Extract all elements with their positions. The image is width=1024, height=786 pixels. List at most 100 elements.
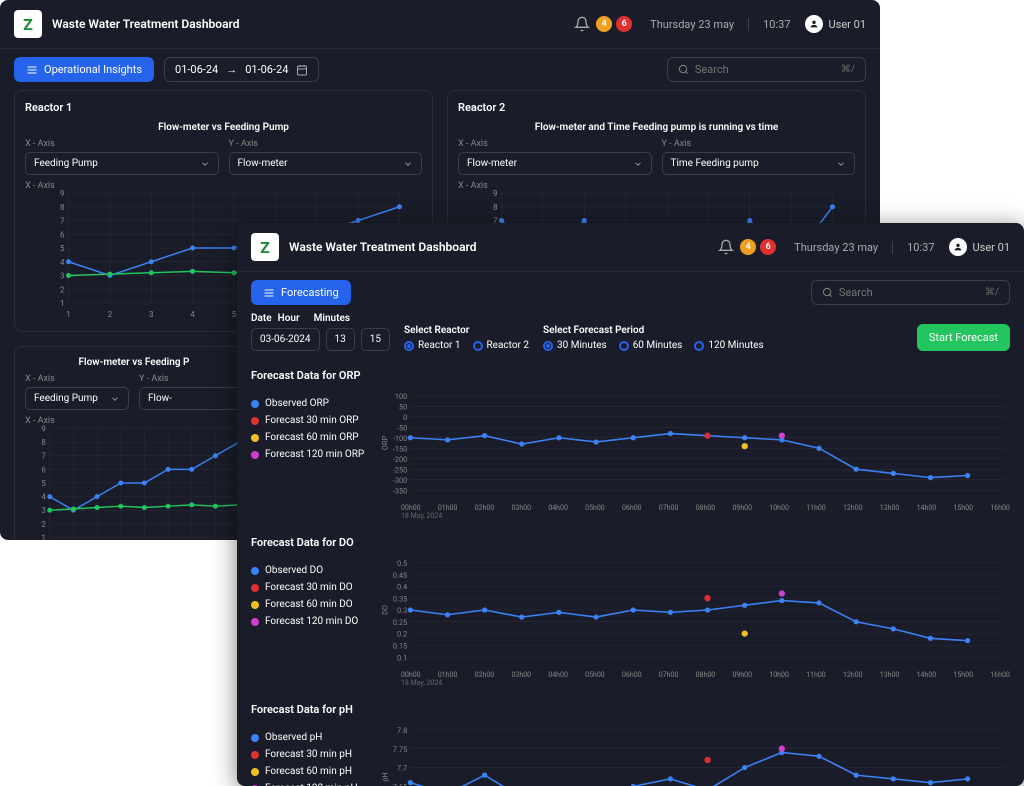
x-axis-select[interactable]: Flow-meter [458, 152, 652, 175]
bell-icon[interactable] [574, 16, 590, 32]
legend-dot [251, 601, 259, 609]
toolbar-b: Forecasting ⌘/ [237, 272, 1024, 313]
search-box[interactable]: ⌘/ [811, 280, 1010, 305]
button-label: Operational Insights [44, 63, 142, 76]
search-kbd: ⌘/ [985, 287, 999, 298]
legend-dot [251, 567, 259, 575]
x-axis-select[interactable]: Feeding Pump [25, 152, 219, 175]
svg-text:0.15: 0.15 [393, 642, 407, 651]
chevron-down-icon [633, 159, 643, 169]
notification-badge-error[interactable]: 6 [616, 16, 632, 32]
svg-text:0.35: 0.35 [393, 594, 407, 603]
search-icon [678, 64, 689, 75]
chart-title: Flow-meter vs Feeding Pump [25, 122, 422, 133]
y-axis-select[interactable]: Flow-meter [229, 152, 423, 175]
panel-title: Reactor 1 [25, 101, 422, 114]
svg-text:7: 7 [41, 452, 46, 461]
reactor1b-panel: Flow-meter vs Feeding P X - Axis Feeding… [14, 346, 254, 540]
legend-item: Forecast 60 min ORP [251, 432, 371, 443]
y-axis-select[interactable]: Time Feeding pump [662, 152, 856, 175]
avatar[interactable] [949, 238, 967, 256]
date-input[interactable]: 03-06-2024 [251, 328, 320, 351]
forecast-orp: Forecast Data for ORP Observed ORPForeca… [237, 361, 1024, 528]
operational-insights-button[interactable]: Operational Insights [14, 57, 154, 82]
hour-input[interactable]: 13 [326, 328, 355, 351]
radio-30-minutes[interactable]: 30 Minutes [543, 340, 607, 351]
legend-dot [251, 751, 259, 759]
avatar[interactable] [805, 15, 823, 33]
app-title: Waste Water Treatment Dashboard [52, 17, 240, 31]
legend-dot [251, 734, 259, 742]
legend-item: Forecast 30 min pH [251, 749, 371, 760]
bell-icon[interactable] [718, 239, 734, 255]
notification-badge-warning[interactable]: 4 [596, 16, 612, 32]
header-date: Thursday 23 may [794, 241, 878, 254]
svg-text:2: 2 [60, 285, 65, 294]
legend-item: Forecast 120 min DO [251, 616, 371, 627]
header-date: Thursday 23 may [650, 18, 734, 31]
svg-text:3: 3 [149, 310, 154, 319]
chevron-down-icon [836, 159, 846, 169]
y-axis-label: Y - Axis [229, 139, 423, 149]
legend-item: Forecast 30 min ORP [251, 415, 371, 426]
legend-item: Observed pH [251, 732, 371, 743]
svg-text:100: 100 [395, 392, 407, 401]
search-input[interactable] [839, 286, 979, 299]
radio-reactor-2[interactable]: Reactor 2 [473, 340, 530, 351]
radio-120-minutes[interactable]: 120 Minutes [694, 340, 763, 351]
svg-text:5: 5 [60, 244, 65, 253]
y-axis-select[interactable]: Flow- [139, 387, 243, 410]
svg-text:-150: -150 [393, 444, 407, 453]
start-forecast-button[interactable]: Start Forecast [917, 324, 1010, 351]
svg-text:-50: -50 [397, 423, 407, 432]
radio-icon [543, 341, 553, 351]
svg-text:3: 3 [41, 506, 45, 515]
svg-text:-350: -350 [393, 486, 407, 495]
radio-60-minutes[interactable]: 60 Minutes [619, 340, 683, 351]
calendar-icon [296, 64, 308, 76]
legend-item: Forecast 120 min ORP [251, 449, 371, 460]
header-time: 10:37 [892, 241, 934, 254]
svg-text:4: 4 [60, 258, 65, 267]
panel-title: Reactor 2 [458, 101, 855, 114]
user-name: User 01 [829, 18, 866, 31]
svg-text:0.5: 0.5 [397, 559, 407, 568]
svg-text:1: 1 [66, 310, 71, 319]
svg-text:pH: pH [381, 772, 389, 781]
legend-dot [251, 768, 259, 776]
search-input[interactable] [695, 63, 835, 76]
svg-text:8: 8 [60, 203, 65, 212]
button-label: Forecasting [281, 286, 339, 299]
svg-text:0.1: 0.1 [397, 653, 407, 662]
radio-icon [619, 341, 629, 351]
search-box[interactable]: ⌘/ [667, 57, 866, 82]
y-axis-label: Y - Axis [662, 139, 856, 149]
x-axis-select[interactable]: Feeding Pump [25, 387, 129, 410]
svg-text:6: 6 [41, 465, 46, 474]
legend-item: Forecast 60 min pH [251, 766, 371, 777]
legend-dot [251, 618, 259, 626]
notification-badge-error[interactable]: 6 [760, 239, 776, 255]
notification-badge-warning[interactable]: 4 [740, 239, 756, 255]
forecasting-button[interactable]: Forecasting [251, 280, 351, 305]
svg-text:ORP: ORP [381, 436, 389, 451]
svg-text:5: 5 [41, 479, 46, 488]
radio-icon [404, 341, 414, 351]
chevron-down-icon [403, 159, 413, 169]
radio-reactor-1[interactable]: Reactor 1 [404, 340, 461, 351]
date-to: 01-06-24 [245, 63, 288, 76]
svg-text:7: 7 [60, 217, 65, 226]
date-range-picker[interactable]: 01-06-24 → 01-06-24 [164, 57, 319, 82]
min-input[interactable]: 15 [361, 328, 390, 351]
svg-text:0.25: 0.25 [393, 618, 407, 627]
arrow-icon: → [226, 63, 237, 76]
radio-icon [473, 341, 483, 351]
legend-dot [251, 451, 259, 459]
legend-dot [251, 417, 259, 425]
chart-title: Flow-meter and Time Feeding pump is runn… [458, 122, 855, 133]
dashboard-forecasting: Z Waste Water Treatment Dashboard 4 6 Th… [237, 223, 1024, 786]
svg-text:9: 9 [493, 189, 498, 198]
chevron-down-icon [200, 159, 210, 169]
date-from: 01-06-24 [175, 63, 218, 76]
app-title: Waste Water Treatment Dashboard [289, 240, 477, 254]
